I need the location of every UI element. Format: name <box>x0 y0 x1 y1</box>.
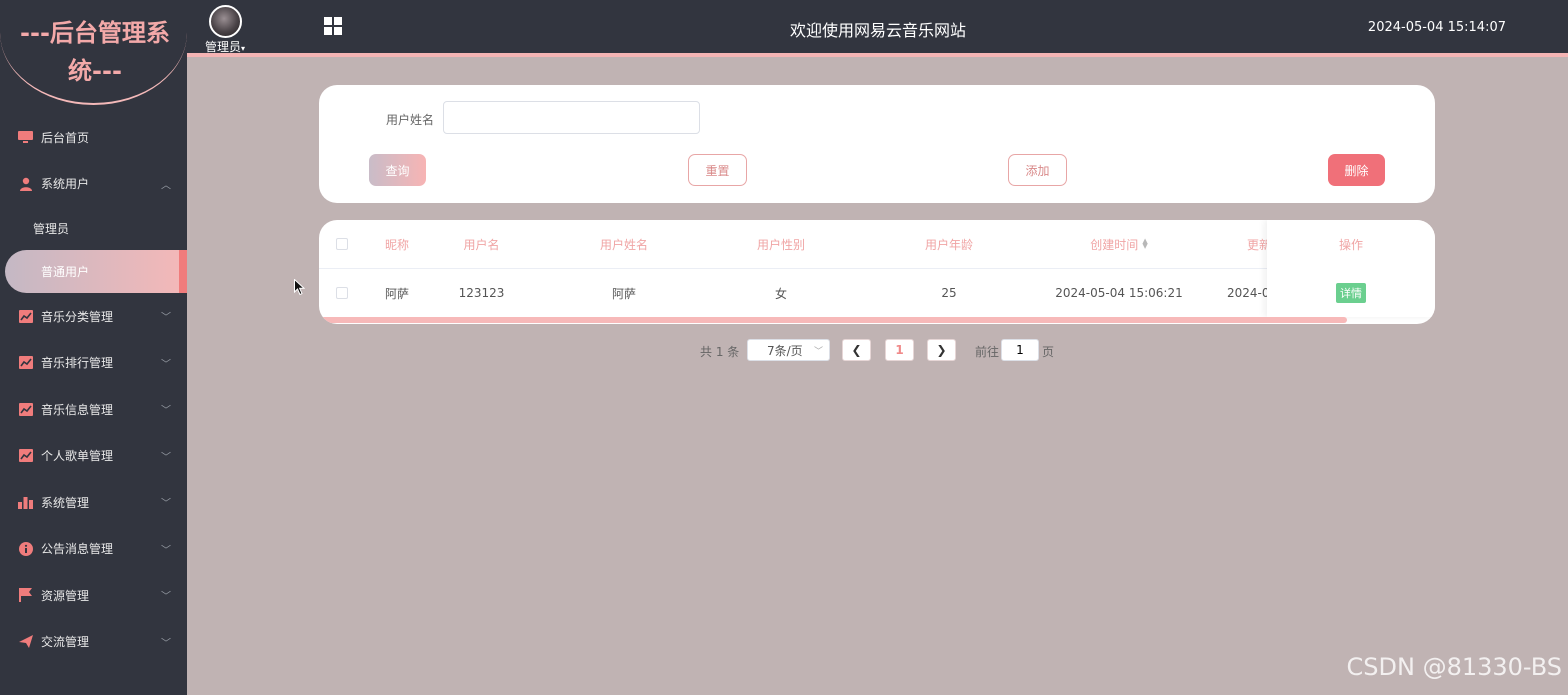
chart-line-icon <box>18 402 33 417</box>
goto-page-input[interactable] <box>1001 339 1039 361</box>
paper-plane-icon <box>18 634 33 649</box>
info-icon <box>18 541 33 556</box>
sidebar-subitem-normal-user[interactable]: 普通用户 <box>5 250 187 293</box>
action-column: 操作 详情 <box>1267 220 1435 317</box>
column-header-gender: 用户性别 <box>756 237 805 252</box>
cell-created: 2024-05-04 15:06:21 <box>1055 286 1183 300</box>
chevron-down-icon: ﹀ <box>161 545 171 557</box>
delete-button[interactable]: 删除 <box>1328 154 1385 186</box>
user-table: 昵称 用户名 用户姓名 用户性别 用户年龄 创建时间 ▲ ▼ 更新 阿萨 1231… <box>319 220 1435 324</box>
sidebar-item-label: 交流管理 <box>41 635 90 650</box>
caret-down-icon: ▾ <box>241 44 246 53</box>
chevron-down-icon: ﹀ <box>813 347 823 357</box>
page-number-button[interactable]: 1 <box>885 339 914 361</box>
admin-label: 管理员 <box>205 40 242 54</box>
sidebar-menu: 后台首页 系统用户 ︿ 管理员 普通用户 音乐分类管理 ﹀ 音乐排行管理 ﹀ 音… <box>0 114 187 665</box>
chevron-down-icon: ﹀ <box>161 638 171 650</box>
reset-button[interactable]: 重置 <box>688 154 747 186</box>
chevron-down-icon: ﹀ <box>161 498 171 510</box>
goto-unit: 页 <box>1042 345 1055 359</box>
avatar[interactable] <box>209 5 242 38</box>
column-header-nickname: 昵称 <box>384 237 409 252</box>
monitor-icon <box>18 130 33 145</box>
column-header-realname: 用户姓名 <box>599 237 648 252</box>
sidebar-item-label: 后台首页 <box>41 130 90 145</box>
watermark: CSDN @81330-BS <box>1346 653 1562 681</box>
sidebar-item-label: 系统用户 <box>41 177 90 192</box>
sidebar-item-system-manage[interactable]: 系统管理 ﹀ <box>0 479 187 526</box>
chevron-down-icon: ﹀ <box>161 452 171 464</box>
cell-age: 25 <box>941 286 957 300</box>
search-panel: 用户姓名 查询 重置 添加 删除 <box>319 85 1435 203</box>
grid-menu-icon[interactable] <box>324 17 342 35</box>
sidebar-item-announcement[interactable]: 公告消息管理 ﹀ <box>0 526 187 573</box>
datetime: 2024-05-04 15:14:07 <box>1367 20 1506 35</box>
sidebar-item-resource[interactable]: 资源管理 ﹀ <box>0 572 187 619</box>
cell-updated: 2024-05 <box>1227 286 1267 300</box>
sort-icon[interactable]: ▲ ▼ <box>1142 238 1147 250</box>
add-button[interactable]: 添加 <box>1008 154 1067 186</box>
next-page-button[interactable]: ❯ <box>927 339 956 361</box>
chevron-down-icon: ﹀ <box>161 591 171 603</box>
sidebar-item-system-users[interactable]: 系统用户 ︿ <box>0 161 187 208</box>
horizontal-scrollbar[interactable] <box>319 317 1347 323</box>
sidebar-item-dashboard[interactable]: 后台首页 <box>0 114 187 161</box>
sidebar: ---后台管理系统--- 后台首页 系统用户 ︿ 管理员 普通用户 音乐分类管理… <box>0 0 187 695</box>
flag-icon <box>18 588 33 603</box>
column-header-action: 操作 <box>1338 238 1363 252</box>
column-header-created[interactable]: 创建时间 ▲ ▼ <box>1054 220 1184 268</box>
cell-nickname: 阿萨 <box>384 286 409 301</box>
prev-page-button[interactable]: ❮ <box>842 339 871 361</box>
sidebar-item-exchange[interactable]: 交流管理 ﹀ <box>0 619 187 666</box>
username-label: 用户姓名 <box>386 113 435 127</box>
select-all-checkbox[interactable] <box>335 220 349 268</box>
sidebar-item-playlist[interactable]: 个人歌单管理 ﹀ <box>0 433 187 480</box>
sidebar-item-music-category[interactable]: 音乐分类管理 ﹀ <box>0 293 187 340</box>
page-size-value: 7条/页 <box>767 343 803 358</box>
logo-text: ---后台管理系统--- <box>20 19 170 85</box>
bar-chart-icon <box>18 495 33 510</box>
username-search-input[interactable] <box>443 101 700 134</box>
chevron-down-icon: ﹀ <box>161 405 171 417</box>
cell-gender: 女 <box>774 286 787 301</box>
sidebar-subitem-admin[interactable]: 管理员 <box>0 207 187 250</box>
sidebar-item-music-ranking[interactable]: 音乐排行管理 ﹀ <box>0 340 187 387</box>
cell-username: 123123 <box>458 286 505 300</box>
chevron-down-icon: ﹀ <box>161 312 171 324</box>
column-header-age: 用户年龄 <box>924 237 973 252</box>
query-button[interactable]: 查询 <box>369 154 426 186</box>
detail-button[interactable]: 详情 <box>1336 283 1366 303</box>
sidebar-item-label: 资源管理 <box>41 588 90 603</box>
mouse-cursor-icon <box>294 278 306 299</box>
chevron-down-icon: ﹀ <box>161 359 171 371</box>
sidebar-item-label: 音乐排行管理 <box>41 356 114 371</box>
column-header-created-label: 创建时间 <box>1090 237 1139 252</box>
cell-realname: 阿萨 <box>611 286 636 301</box>
sidebar-item-label: 音乐分类管理 <box>41 309 114 324</box>
sidebar-item-music-info[interactable]: 音乐信息管理 ﹀ <box>0 386 187 433</box>
column-header-username: 用户名 <box>463 237 500 252</box>
pagination-total: 共 1 条 <box>700 345 740 359</box>
chart-line-icon <box>18 355 33 370</box>
chart-line-icon <box>18 448 33 463</box>
logo-area: ---后台管理系统--- <box>0 0 187 108</box>
sidebar-item-label: 公告消息管理 <box>41 542 114 557</box>
chevron-left-icon: ❮ <box>851 343 862 357</box>
page-size-select[interactable]: 7条/页 ﹀ <box>747 339 830 361</box>
goto-label: 前往 <box>975 345 1000 359</box>
chevron-up-icon: ︿ <box>161 180 171 192</box>
site-title: 欢迎使用网易云音乐网站 <box>789 21 966 40</box>
detail-cell: 详情 <box>1267 269 1435 317</box>
user-icon <box>18 176 33 191</box>
sidebar-item-label: 系统管理 <box>41 495 90 510</box>
row-checkbox[interactable] <box>335 269 349 317</box>
chart-line-icon <box>18 309 33 324</box>
chevron-right-icon: ❯ <box>936 343 947 357</box>
sidebar-item-label: 个人歌单管理 <box>41 449 114 464</box>
sidebar-item-label: 音乐信息管理 <box>41 402 114 417</box>
top-bar: 管理员▾ 欢迎使用网易云音乐网站 2024-05-04 15:14:07 <box>187 0 1568 57</box>
admin-dropdown[interactable]: 管理员▾ <box>205 38 245 55</box>
